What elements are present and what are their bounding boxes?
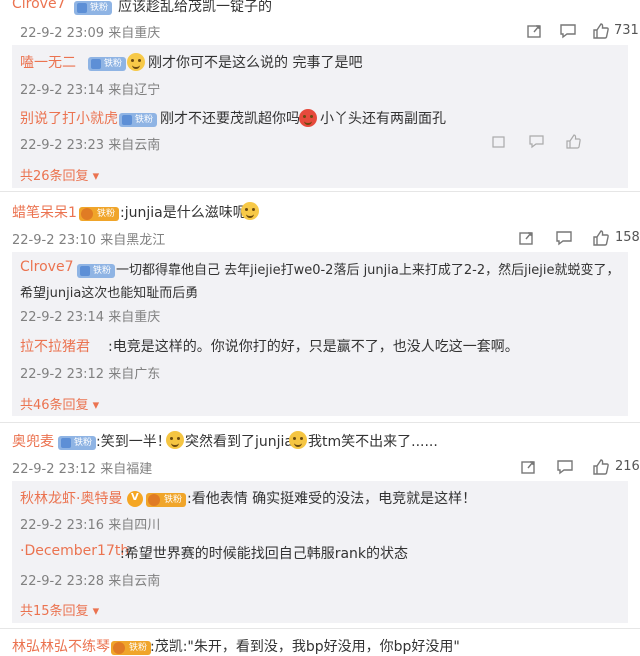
- like-icon[interactable]: [592, 229, 610, 247]
- divider: [0, 628, 640, 629]
- comment-icon[interactable]: [556, 459, 574, 475]
- reply-text: :电竞是这样的。你说你打的好，只是赢不了，也没人吃这一套啊。: [108, 339, 519, 355]
- comment-username[interactable]: 奥兜麦: [12, 431, 54, 451]
- view-more-replies[interactable]: 共46条回复 ▾: [20, 394, 99, 413]
- share-icon[interactable]: [492, 135, 506, 149]
- reply-username[interactable]: ·December17th: [20, 543, 129, 559]
- fan-badge: 铁粉: [110, 637, 152, 656]
- reply-username[interactable]: Clrove7: [20, 259, 73, 275]
- fan-badge: 铁粉: [145, 489, 187, 508]
- like-icon[interactable]: [592, 22, 610, 40]
- reply-meta: 22-9-2 23:23 来自云南: [20, 138, 161, 153]
- fan-badge: 铁粉: [73, 0, 113, 16]
- reply-text: :希望世界赛的时候能找回自己韩服rank的状态: [120, 546, 409, 562]
- reply-username[interactable]: 拉不拉猪君: [20, 336, 90, 356]
- reply-text-tail: 小丫头还有两副面孔: [320, 111, 446, 127]
- fan-badge: 铁粉: [78, 203, 120, 222]
- comment-meta: 22-9-2 23:10 来自黑龙江: [12, 233, 166, 248]
- comment-text: 应该趁乱给茂凯一锭子的: [118, 0, 272, 15]
- comment-icon[interactable]: [559, 23, 577, 39]
- like-count: 158: [615, 230, 640, 245]
- comment-text-b: 突然看到了junjia: [185, 434, 293, 450]
- reply-text-line2: 希望junjia这次也能知耻而后勇: [20, 286, 199, 301]
- share-icon[interactable]: [526, 23, 542, 39]
- emoji-icon: [298, 107, 318, 127]
- like-count: 731: [614, 23, 639, 38]
- reply-meta: 22-9-2 23:12 来自广东: [20, 367, 161, 382]
- comment-text-c: 我tm笑不出来了......: [308, 434, 438, 450]
- comment-username[interactable]: 林弘林弘不练琴: [12, 636, 110, 656]
- share-icon[interactable]: [520, 459, 536, 475]
- comment-text: :junjia是什么滋味呢: [120, 205, 247, 221]
- vip-icon: [126, 488, 144, 507]
- emoji-icon: [288, 429, 308, 449]
- comment-username[interactable]: 蜡笔呆呆1: [12, 202, 77, 222]
- emoji-icon: [165, 429, 185, 449]
- fan-badge: 铁粉: [57, 432, 97, 451]
- like-count: 216: [615, 459, 640, 474]
- reply-meta: 22-9-2 23:14 来自辽宁: [20, 83, 161, 98]
- comment-meta: 22-9-2 23:09 来自重庆: [20, 26, 161, 41]
- reply-text: 一切都得靠他自己 去年jiejie打we0-2落后 junjia上来打成了2-2…: [116, 263, 620, 278]
- emoji-icon: [126, 51, 146, 71]
- reply-username[interactable]: 嗑一无二: [20, 52, 76, 72]
- reply-meta: 22-9-2 23:16 来自四川: [20, 518, 161, 533]
- like-icon[interactable]: [592, 458, 610, 476]
- comment-icon[interactable]: [555, 230, 573, 246]
- reply-username[interactable]: 别说了打小就虎: [20, 108, 118, 128]
- reply-meta: 22-9-2 23:28 来自云南: [20, 574, 161, 589]
- reply-username[interactable]: 秋林龙虾·奥特曼: [20, 488, 122, 508]
- divider: [0, 422, 640, 423]
- reply-meta: 22-9-2 23:14 来自重庆: [20, 310, 161, 325]
- comment-meta: 22-9-2 23:12 来自福建: [12, 462, 153, 477]
- fan-badge: 铁粉: [87, 53, 127, 72]
- reply-text: :看他表情 确实挺难受的没法，电竞就是这样！: [187, 491, 477, 507]
- view-more-replies[interactable]: 共26条回复 ▾: [20, 165, 99, 184]
- like-icon[interactable]: [566, 134, 582, 150]
- share-icon[interactable]: [518, 230, 534, 246]
- fan-badge: 铁粉: [118, 109, 158, 128]
- comment-text: :笑到一半！: [96, 434, 171, 450]
- divider: [0, 191, 640, 192]
- comment-icon[interactable]: [529, 135, 545, 149]
- reply-text: 刚才你可不是这么说的 完事了是吧: [148, 55, 363, 71]
- comment-text: :茂凯:"朱开，看到没，我bp好没用，你bp好没用": [150, 639, 460, 655]
- fan-badge: 铁粉: [76, 260, 116, 279]
- view-more-replies[interactable]: 共15条回复 ▾: [20, 600, 99, 619]
- emoji-icon: [240, 200, 260, 220]
- reply-text: 刚才不还要茂凯超你吗: [160, 111, 300, 127]
- comment-username[interactable]: Clrove7: [12, 0, 65, 12]
